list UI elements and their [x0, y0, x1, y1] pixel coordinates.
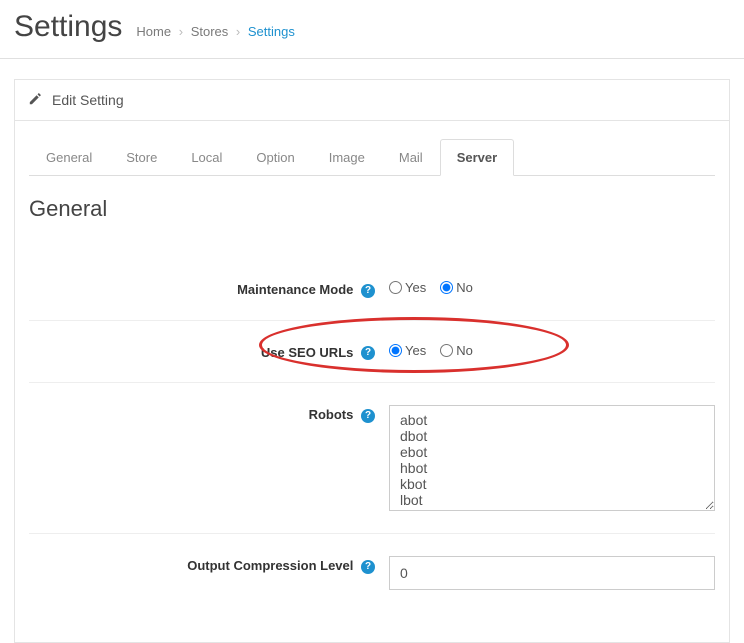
panel-heading-text: Edit Setting	[52, 92, 124, 108]
row-seo-urls: Use SEO URLs ? Yes No	[29, 320, 715, 383]
help-icon[interactable]: ?	[361, 284, 375, 298]
breadcrumb-sep-icon: ›	[236, 24, 240, 39]
page-header: Settings Home › Stores › Settings	[0, 0, 744, 59]
tab-local[interactable]: Local	[174, 139, 239, 176]
tab-server[interactable]: Server	[440, 139, 514, 176]
label-compression: Output Compression Level ?	[29, 556, 389, 574]
row-maintenance: Maintenance Mode ? Yes No	[29, 250, 715, 320]
seo-no-radio[interactable]: No	[440, 343, 473, 358]
maintenance-no-radio[interactable]: No	[440, 280, 473, 295]
pencil-icon	[29, 92, 42, 108]
help-icon[interactable]: ?	[361, 346, 375, 360]
tab-general[interactable]: General	[29, 139, 109, 176]
edit-setting-panel: Edit Setting General Store Local Option …	[14, 79, 730, 643]
label-maintenance: Maintenance Mode ?	[29, 280, 389, 298]
breadcrumb-home[interactable]: Home	[136, 24, 171, 39]
row-compression: Output Compression Level ?	[29, 533, 715, 612]
tab-mail[interactable]: Mail	[382, 139, 440, 176]
maintenance-yes-radio[interactable]: Yes	[389, 280, 426, 295]
help-icon[interactable]: ?	[361, 409, 375, 423]
tab-image[interactable]: Image	[312, 139, 382, 176]
breadcrumb-stores[interactable]: Stores	[191, 24, 229, 39]
panel-heading: Edit Setting	[15, 80, 729, 121]
label-seo-urls: Use SEO URLs ?	[29, 343, 389, 361]
section-title: General	[29, 196, 715, 222]
robots-textarea[interactable]	[389, 405, 715, 511]
tabs-nav: General Store Local Option Image Mail Se…	[29, 139, 715, 176]
seo-yes-radio[interactable]: Yes	[389, 343, 426, 358]
tab-option[interactable]: Option	[239, 139, 311, 176]
label-robots: Robots ?	[29, 405, 389, 423]
help-icon[interactable]: ?	[361, 560, 375, 574]
tab-store[interactable]: Store	[109, 139, 174, 176]
breadcrumb: Home › Stores › Settings	[136, 24, 294, 39]
breadcrumb-settings[interactable]: Settings	[248, 24, 295, 39]
compression-input[interactable]	[389, 556, 715, 590]
row-robots: Robots ?	[29, 382, 715, 533]
panel-body: General Store Local Option Image Mail Se…	[15, 121, 729, 642]
breadcrumb-sep-icon: ›	[179, 24, 183, 39]
page-title: Settings	[14, 10, 122, 44]
